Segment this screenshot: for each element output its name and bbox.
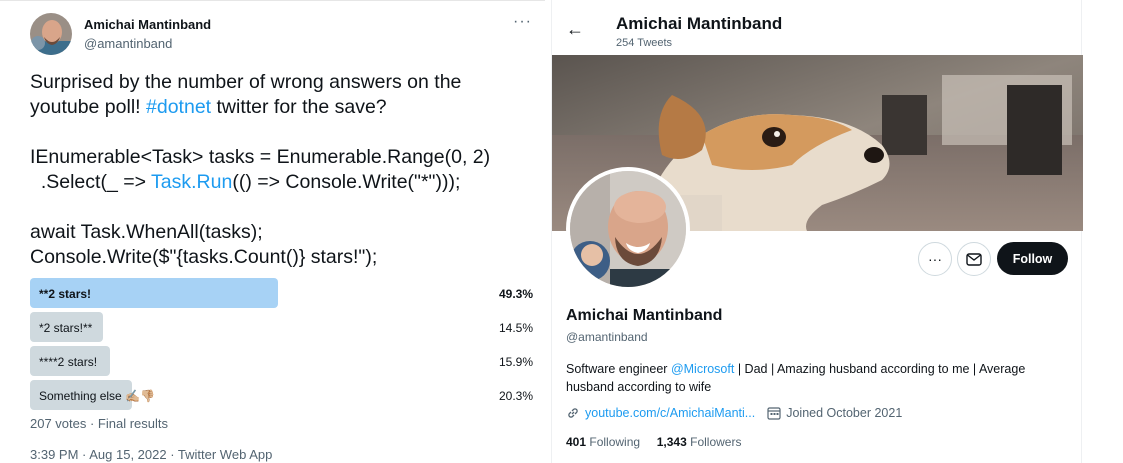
poll-option-percent: 20.3% <box>498 389 533 403</box>
bio-text: Software engineer <box>566 362 671 376</box>
profile-handle: @amantinband <box>566 330 648 344</box>
follow-button[interactable]: Follow <box>997 242 1068 275</box>
profile-stats: 401 Following 1,343 Followers <box>566 435 741 449</box>
poll-option: Something else ✍🏼👎🏼 20.3% <box>30 380 533 410</box>
hashtag-link[interactable]: #dotnet <box>146 96 211 118</box>
poll-option-percent: 15.9% <box>498 355 533 369</box>
poll-option-label: *2 stars!** <box>39 321 93 335</box>
calendar-icon <box>767 407 781 420</box>
profile-panel: ← Amichai Mantinband 254 Tweets ··· Foll… <box>551 0 1083 463</box>
avatar[interactable] <box>30 13 72 55</box>
poll-option: ****2 stars! 15.9% <box>30 346 533 376</box>
code-line: Console.Write($"{tasks.Count()} stars!")… <box>30 246 378 268</box>
poll-option-percent: 49.3% <box>498 287 533 301</box>
more-dots-icon[interactable]: ··· <box>513 13 532 31</box>
link-icon <box>568 408 578 418</box>
cashtag-link[interactable]: Task.Run <box>151 171 232 193</box>
code-line: .Select(_ => <box>30 171 152 193</box>
envelope-icon <box>966 252 982 266</box>
profile-avatar[interactable] <box>566 167 690 291</box>
poll-option-label: ****2 stars! <box>39 355 98 369</box>
more-dots-icon: ··· <box>928 251 942 267</box>
author-name[interactable]: Amichai Mantinband <box>84 17 211 32</box>
poll-meta: 207 votes · Final results <box>30 416 169 431</box>
profile-info: youtube.com/c/AmichaiManti... Joined Oct… <box>566 406 902 420</box>
profile-name: Amichai Mantinband <box>566 307 723 324</box>
poll-option-percent: 14.5% <box>498 321 533 335</box>
following-count: 401 <box>566 435 587 449</box>
code-line: (() => Console.Write("*"))); <box>232 171 461 193</box>
tweet-card: Amichai Mantinband @amantinband ··· Surp… <box>0 0 545 463</box>
back-arrow-icon[interactable]: ← <box>566 19 584 40</box>
followers-link[interactable]: 1,343 Followers <box>657 435 742 449</box>
code-line: await Task.WhenAll(tasks); <box>30 221 263 243</box>
poll: **2 stars! 49.3% *2 stars!** 14.5% ****2… <box>30 278 533 414</box>
followers-label: Followers <box>690 435 742 449</box>
joined-date: Joined October 2021 <box>786 406 903 420</box>
tweet-timestamp[interactable]: 3:39 PM · Aug 15, 2022 · Twitter Web App <box>30 447 272 462</box>
poll-option: *2 stars!** 14.5% <box>30 312 533 342</box>
bio-mention-link[interactable]: @Microsoft <box>671 362 734 376</box>
code-line: IEnumerable<Task> tasks = Enumerable.Ran… <box>30 146 491 168</box>
tweet-count: 254 Tweets <box>616 37 673 49</box>
more-options-button[interactable]: ··· <box>918 242 952 276</box>
poll-option-label: **2 stars! <box>39 287 92 301</box>
tweet-text-line: Surprised by the number of wrong answers… <box>30 71 462 93</box>
following-link[interactable]: 401 Following <box>566 435 640 449</box>
followers-count: 1,343 <box>656 435 687 449</box>
tweet-text-line: twitter for the save? <box>211 96 387 118</box>
author-handle[interactable]: @amantinband <box>84 36 172 51</box>
poll-option: **2 stars! 49.3% <box>30 278 533 308</box>
message-button[interactable] <box>957 242 991 276</box>
tweet-text-line: youtube poll! <box>30 96 147 118</box>
poll-option-label: Something else ✍🏼👎🏼 <box>39 389 155 403</box>
tweet-text: Surprised by the number of wrong answers… <box>30 70 535 270</box>
following-label: Following <box>589 435 641 449</box>
header-name: Amichai Mantinband <box>616 14 783 33</box>
website-link[interactable]: youtube.com/c/AmichaiManti... <box>585 406 755 420</box>
profile-bio: Software engineer @Microsoft | Dad | Ama… <box>566 360 1066 396</box>
